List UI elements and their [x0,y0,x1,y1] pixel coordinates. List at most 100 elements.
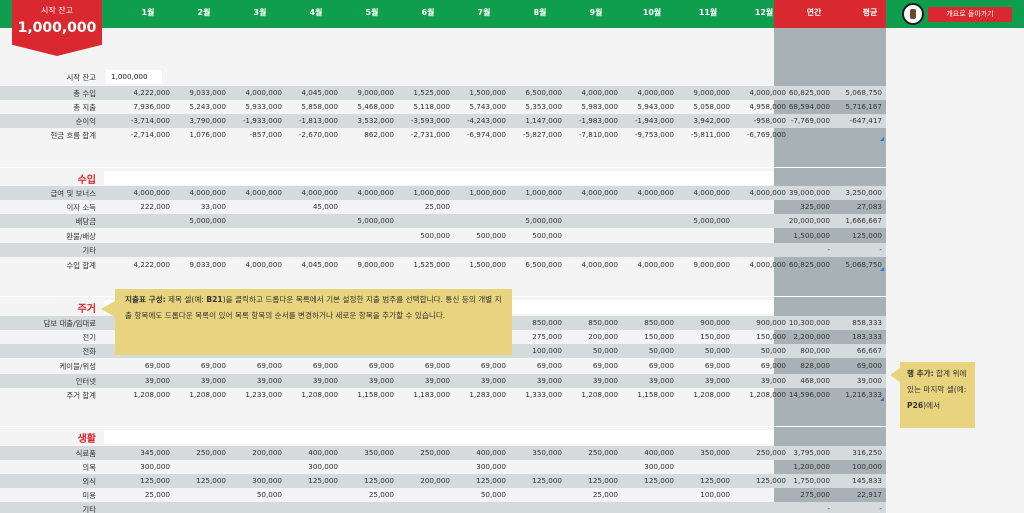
month-cell[interactable]: 1,183,000 [398,390,450,399]
month-cell[interactable]: -3,714,000 [118,116,170,125]
month-cell[interactable]: 200,000 [566,332,618,341]
month-cell[interactable]: -9,753,000 [622,130,674,139]
month-cell[interactable]: 125,000 [510,476,562,485]
month-cell[interactable]: 300,000 [230,476,282,485]
back-to-overview-button[interactable]: 개요로 돌아가기 [928,7,1012,22]
month-cell[interactable]: 1,000,000 [454,188,506,197]
month-cell[interactable]: 5,118,000 [398,102,450,111]
month-cell[interactable]: 345,000 [118,448,170,457]
month-cell[interactable]: 39,000 [230,376,282,385]
month-cell[interactable]: 50,000 [566,346,618,355]
month-cell[interactable]: 125,000 [454,476,506,485]
month-cell[interactable]: 1,158,000 [342,390,394,399]
month-cell[interactable]: 250,000 [174,448,226,457]
month-cell[interactable]: 25,000 [342,490,394,499]
month-cell[interactable]: 5,943,000 [622,102,674,111]
month-cell[interactable]: 1,208,000 [118,390,170,399]
month-cell[interactable]: 39,000 [454,376,506,385]
month-cell[interactable]: -857,000 [230,130,282,139]
month-cell[interactable]: 200,000 [230,448,282,457]
month-cell[interactable]: 3,790,000 [174,116,226,125]
month-cell[interactable]: 9,033,000 [174,260,226,269]
month-cell[interactable]: 1,283,000 [454,390,506,399]
month-cell[interactable]: 1,500,000 [454,260,506,269]
month-cell[interactable]: 250,000 [398,448,450,457]
month-cell[interactable]: 4,000,000 [566,88,618,97]
month-cell[interactable]: 50,000 [454,490,506,499]
month-cell[interactable]: 4,000,000 [566,188,618,197]
month-cell[interactable]: 6,500,000 [510,88,562,97]
month-cell[interactable]: 862,000 [342,130,394,139]
month-cell[interactable]: 1,000,000 [398,188,450,197]
month-cell[interactable]: 125,000 [678,476,730,485]
month-cell[interactable]: 69,000 [230,361,282,370]
month-cell[interactable]: 4,000,000 [622,260,674,269]
month-cell[interactable]: 69,000 [286,361,338,370]
month-cell[interactable]: 4,000,000 [622,188,674,197]
month-cell[interactable]: 350,000 [678,448,730,457]
month-cell[interactable]: 69,000 [510,361,562,370]
month-cell[interactable]: 9,000,000 [342,88,394,97]
month-cell[interactable]: 300,000 [622,462,674,471]
month-cell[interactable]: 6,500,000 [510,260,562,269]
month-cell[interactable]: 7,936,000 [118,102,170,111]
month-cell[interactable]: 5,000,000 [510,216,562,225]
month-cell[interactable]: 4,000,000 [118,188,170,197]
month-cell[interactable]: 400,000 [622,448,674,457]
month-cell[interactable]: 500,000 [398,231,450,240]
month-cell[interactable]: 5,353,000 [510,102,562,111]
month-cell[interactable]: 4,222,000 [118,260,170,269]
month-cell[interactable]: 25,000 [118,490,170,499]
month-cell[interactable]: 1,525,000 [398,88,450,97]
month-cell[interactable]: 1,147,000 [510,116,562,125]
month-cell[interactable]: 1,525,000 [398,260,450,269]
month-cell[interactable]: 222,000 [118,202,170,211]
month-cell[interactable]: 1,158,000 [622,390,674,399]
month-cell[interactable]: 3,942,000 [678,116,730,125]
month-cell[interactable]: 69,000 [118,361,170,370]
month-cell[interactable]: 900,000 [678,318,730,327]
month-cell[interactable]: 850,000 [566,318,618,327]
month-cell[interactable]: 5,933,000 [230,102,282,111]
month-cell[interactable]: 39,000 [174,376,226,385]
month-cell[interactable]: 100,000 [678,490,730,499]
month-cell[interactable]: -6,974,000 [454,130,506,139]
month-cell[interactable]: 4,000,000 [286,188,338,197]
month-cell[interactable]: 4,000,000 [622,88,674,97]
month-cell[interactable]: 50,000 [678,346,730,355]
month-cell[interactable]: -5,811,000 [678,130,730,139]
month-cell[interactable]: 125,000 [622,476,674,485]
month-cell[interactable]: 4,000,000 [566,260,618,269]
month-cell[interactable]: 5,468,000 [342,102,394,111]
month-cell[interactable]: 39,000 [566,376,618,385]
back-to-overview[interactable]: 개요로 돌아가기 [902,3,1012,25]
month-cell[interactable]: 125,000 [286,476,338,485]
month-cell[interactable]: 100,000 [510,346,562,355]
month-cell[interactable]: 3,532,000 [342,116,394,125]
month-cell[interactable]: 5,858,000 [286,102,338,111]
month-cell[interactable]: 1,208,000 [286,390,338,399]
month-cell[interactable]: 4,000,000 [230,88,282,97]
month-cell[interactable]: 1,333,000 [510,390,562,399]
month-cell[interactable]: 69,000 [398,361,450,370]
month-cell[interactable]: 1,208,000 [678,390,730,399]
month-cell[interactable]: 275,000 [510,332,562,341]
month-cell[interactable]: 4,045,000 [286,88,338,97]
month-cell[interactable]: -7,810,000 [566,130,618,139]
month-cell[interactable]: 9,000,000 [678,88,730,97]
month-cell[interactable]: 125,000 [566,476,618,485]
month-cell[interactable]: -4,243,000 [454,116,506,125]
month-cell[interactable]: 39,000 [510,376,562,385]
start-balance-input[interactable]: 1,000,000 [106,70,162,84]
month-cell[interactable]: 9,000,000 [678,260,730,269]
month-cell[interactable]: 4,000,000 [230,188,282,197]
month-cell[interactable]: 500,000 [454,231,506,240]
month-cell[interactable]: -1,813,000 [286,116,338,125]
month-cell[interactable]: 5,243,000 [174,102,226,111]
month-cell[interactable]: -1,983,000 [566,116,618,125]
month-cell[interactable]: 45,000 [286,202,338,211]
month-cell[interactable]: -1,933,000 [230,116,282,125]
month-cell[interactable]: 5,000,000 [678,216,730,225]
month-cell[interactable]: 350,000 [510,448,562,457]
month-cell[interactable]: 9,033,000 [174,88,226,97]
